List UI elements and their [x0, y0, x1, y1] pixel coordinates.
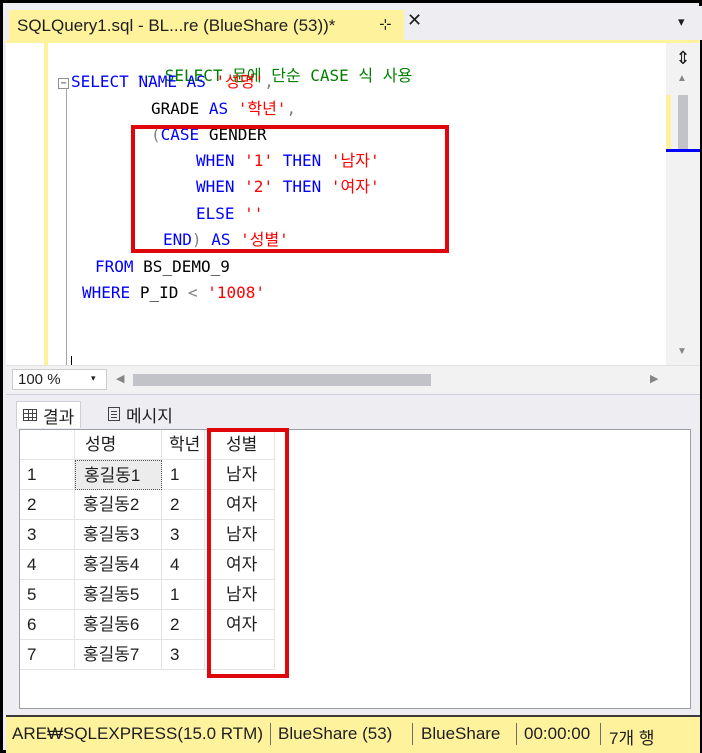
- cell-grade[interactable]: 1: [162, 460, 205, 490]
- cell-grade[interactable]: 2: [162, 610, 205, 640]
- status-bar: ARE₩SQLEXPRESS(15.0 RTM) BlueShare (53) …: [6, 715, 700, 753]
- text-caret: [71, 356, 72, 365]
- code-editor[interactable]: − -- SELECT 문에 단순 CASE 식 사용 SELECT NAME …: [6, 43, 666, 365]
- row-number[interactable]: 4: [20, 550, 75, 580]
- change-tracking-bar: [44, 43, 48, 365]
- results-tab-strip: 결과 메시지: [6, 394, 700, 429]
- op-comma: ,: [286, 99, 297, 118]
- tab-results-label: 결과: [43, 407, 75, 427]
- zoom-value: 100 %: [18, 371, 61, 388]
- status-divider: [412, 723, 413, 745]
- status-server: ARE₩SQLEXPRESS(15.0 RTM): [12, 724, 263, 743]
- collapse-toggle-icon[interactable]: −: [58, 78, 69, 89]
- kw-where: WHERE: [82, 283, 131, 302]
- status-elapsed-time: 00:00:00: [524, 724, 591, 743]
- cell-grade[interactable]: 3: [162, 640, 205, 670]
- editor-vertical-scrollbar[interactable]: ⇕ ▲ ▼: [666, 43, 700, 365]
- cell-name[interactable]: 홍길동6: [75, 610, 162, 640]
- tab-messages[interactable]: 메시지: [102, 401, 179, 427]
- cell-grade[interactable]: 1: [162, 580, 205, 610]
- tab-results[interactable]: 결과: [16, 401, 82, 428]
- status-divider: [270, 723, 271, 745]
- close-icon[interactable]: ✕: [407, 10, 422, 31]
- op-comma: ,: [264, 72, 274, 91]
- document-tab-strip: SQLQuery1.sql - BL...re (BlueShare (53))…: [6, 6, 702, 40]
- case-highlight-box: [131, 125, 449, 253]
- chevron-down-icon: ▾: [91, 373, 96, 383]
- column-header-grade[interactable]: 학년: [162, 430, 205, 460]
- code-line-9: FROM BS_DEMO_9: [95, 257, 230, 277]
- str-name-alias: '성명': [215, 72, 265, 91]
- query-tab-title: SQLQuery1.sql - BL...re (BlueShare (53))…: [17, 16, 336, 35]
- gender-column-highlight-box: [207, 428, 289, 678]
- horizontal-scroll-thumb[interactable]: [133, 374, 431, 386]
- id-grade: GRADE: [151, 99, 200, 118]
- cell-name[interactable]: 홍길동3: [75, 520, 162, 550]
- status-row-count: 7개 행: [609, 729, 655, 748]
- zoom-dropdown[interactable]: 100 % ▾: [12, 369, 107, 390]
- id-name: NAME: [138, 72, 177, 91]
- op-less-than: <: [187, 283, 198, 302]
- id-pid: P_ID: [139, 283, 179, 302]
- status-divider: [516, 723, 517, 745]
- tab-overflow-icon[interactable]: ▾: [678, 14, 685, 30]
- cell-grade[interactable]: 2: [162, 490, 205, 520]
- row-number[interactable]: 7: [20, 640, 75, 670]
- cell-name[interactable]: 홍길동5: [75, 580, 162, 610]
- code-line-2: SELECT NAME AS '성명',: [71, 72, 274, 92]
- scroll-up-icon[interactable]: ▲: [677, 73, 687, 84]
- status-database: BlueShare: [421, 724, 501, 743]
- results-grid[interactable]: 성명 학년 성별 1 홍길동1 1 남자 2 홍길동2 2 여자 3 홍길동3 …: [19, 429, 691, 709]
- grid-icon: [23, 409, 37, 421]
- split-window-icon[interactable]: ⇕: [672, 47, 694, 69]
- str-pid-value: '1008': [207, 283, 266, 302]
- cell-name[interactable]: 홍길동1: [75, 460, 162, 490]
- vertical-scroll-thumb[interactable]: [678, 95, 688, 150]
- str-grade-alias: '학년': [237, 99, 287, 118]
- caret-position-marker: [666, 149, 700, 152]
- row-number[interactable]: 6: [20, 610, 75, 640]
- id-table: BS_DEMO_9: [143, 257, 230, 276]
- outline-guide: [66, 87, 67, 365]
- scroll-change-marker: [666, 95, 671, 150]
- kw-as: AS: [208, 99, 229, 118]
- row-number[interactable]: 1: [20, 460, 75, 490]
- scroll-down-icon[interactable]: ▼: [677, 346, 687, 357]
- row-number[interactable]: 5: [20, 580, 75, 610]
- status-connection: BlueShare (53): [278, 724, 393, 743]
- kw-as: AS: [186, 72, 206, 91]
- cell-name[interactable]: 홍길동4: [75, 550, 162, 580]
- pin-icon[interactable]: ⊹: [379, 15, 392, 33]
- status-divider: [600, 723, 601, 745]
- cell-grade[interactable]: 4: [162, 550, 205, 580]
- ssms-window: SQLQuery1.sql - BL...re (BlueShare (53))…: [0, 0, 702, 753]
- grid-corner[interactable]: [20, 430, 75, 460]
- kw-from: FROM: [95, 257, 134, 276]
- code-line-10: WHERE P_ID < '1008': [82, 283, 265, 303]
- code-line-3: GRADE AS '학년',: [151, 99, 296, 119]
- query-tab[interactable]: SQLQuery1.sql - BL...re (BlueShare (53))…: [9, 10, 404, 40]
- messages-icon: [108, 407, 120, 421]
- cell-name[interactable]: 홍길동2: [75, 490, 162, 520]
- cell-name[interactable]: 홍길동7: [75, 640, 162, 670]
- zoom-bar: 100 % ▾ ◀ ▶: [6, 365, 700, 394]
- scroll-right-icon[interactable]: ▶: [650, 372, 658, 385]
- column-header-name[interactable]: 성명: [75, 430, 162, 460]
- scroll-left-icon[interactable]: ◀: [116, 372, 124, 385]
- kw-select: SELECT: [71, 72, 129, 91]
- row-number[interactable]: 2: [20, 490, 75, 520]
- row-number[interactable]: 3: [20, 520, 75, 550]
- tab-messages-label: 메시지: [126, 406, 173, 426]
- cell-grade[interactable]: 3: [162, 520, 205, 550]
- results-pane: 성명 학년 성별 1 홍길동1 1 남자 2 홍길동2 2 여자 3 홍길동3 …: [6, 428, 700, 715]
